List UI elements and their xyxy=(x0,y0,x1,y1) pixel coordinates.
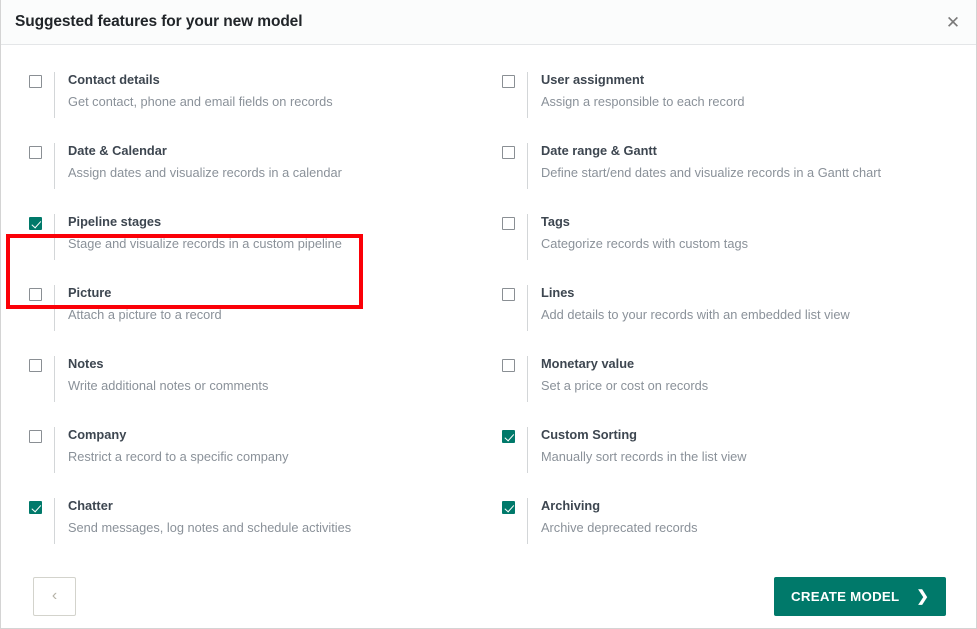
feature-description-picture: Attach a picture to a record xyxy=(68,307,222,323)
feature-description-lines: Add details to your records with an embe… xyxy=(541,307,850,323)
feature-checkbox-user-assignment[interactable] xyxy=(502,75,515,88)
feature-checkbox-picture[interactable] xyxy=(29,288,42,301)
feature-description-notes: Write additional notes or comments xyxy=(68,378,268,394)
feature-item-date-calendar[interactable]: Date & Calendar Assign dates and visualiz… xyxy=(17,134,490,205)
feature-item-chatter[interactable]: Chatter Send messages, log notes and sche… xyxy=(17,489,490,560)
feature-description-chatter: Send messages, log notes and schedule ac… xyxy=(68,520,351,536)
feature-description-custom-sorting: Manually sort records in the list view xyxy=(541,449,747,465)
feature-checkbox-monetary-value[interactable] xyxy=(502,359,515,372)
feature-text-date-range-gantt: Date range & Gantt Define start/end dates… xyxy=(527,143,881,189)
feature-description-monetary-value: Set a price or cost on records xyxy=(541,378,708,394)
back-button[interactable]: ‹ xyxy=(33,577,76,616)
feature-checkbox-date-calendar[interactable] xyxy=(29,146,42,159)
suggested-features-dialog: Suggested features for your new model ✕ … xyxy=(0,0,977,629)
feature-text-monetary-value: Monetary value Set a price or cost on rec… xyxy=(527,356,708,402)
feature-checkbox-lines[interactable] xyxy=(502,288,515,301)
feature-name-notes: Notes xyxy=(68,356,268,372)
feature-checkbox-notes[interactable] xyxy=(29,359,42,372)
feature-text-chatter: Chatter Send messages, log notes and sche… xyxy=(54,498,351,544)
chevron-right-icon: ❯ xyxy=(916,589,929,604)
feature-description-archiving: Archive deprecated records xyxy=(541,520,698,536)
feature-text-lines: Lines Add details to your records with an… xyxy=(527,285,850,331)
close-icon[interactable]: ✕ xyxy=(940,9,966,35)
feature-item-contact-details[interactable]: Contact details Get contact, phone and em… xyxy=(17,63,490,134)
feature-name-tags: Tags xyxy=(541,214,748,230)
feature-description-user-assignment: Assign a responsible to each record xyxy=(541,94,744,110)
feature-text-tags: Tags Categorize records with custom tags xyxy=(527,214,748,260)
feature-text-notes: Notes Write additional notes or comments xyxy=(54,356,268,402)
feature-description-date-range-gantt: Define start/end dates and visualize rec… xyxy=(541,165,881,181)
feature-text-picture: Picture Attach a picture to a record xyxy=(54,285,222,331)
feature-name-user-assignment: User assignment xyxy=(541,72,744,88)
feature-item-lines[interactable]: Lines Add details to your records with an… xyxy=(490,276,960,347)
feature-name-contact-details: Contact details xyxy=(68,72,333,88)
feature-item-user-assignment[interactable]: User assignment Assign a responsible to e… xyxy=(490,63,960,134)
dialog-footer: ‹ CREATE MODEL ❯ xyxy=(1,560,976,629)
feature-grid: Contact details Get contact, phone and em… xyxy=(17,63,960,560)
feature-description-company: Restrict a record to a specific company xyxy=(68,449,288,465)
feature-text-archiving: Archiving Archive deprecated records xyxy=(527,498,698,544)
feature-checkbox-company[interactable] xyxy=(29,430,42,443)
feature-name-company: Company xyxy=(68,427,288,443)
feature-item-pipeline-stages[interactable]: Pipeline stages Stage and visualize recor… xyxy=(17,205,490,276)
feature-text-user-assignment: User assignment Assign a responsible to e… xyxy=(527,72,744,118)
feature-name-date-range-gantt: Date range & Gantt xyxy=(541,143,881,159)
feature-name-lines: Lines xyxy=(541,285,850,301)
feature-text-date-calendar: Date & Calendar Assign dates and visualiz… xyxy=(54,143,342,189)
feature-item-tags[interactable]: Tags Categorize records with custom tags xyxy=(490,205,960,276)
feature-checkbox-pipeline-stages[interactable] xyxy=(29,217,42,230)
feature-checkbox-chatter[interactable] xyxy=(29,501,42,514)
chevron-left-icon: ‹ xyxy=(52,588,57,604)
feature-description-date-calendar: Assign dates and visualize records in a … xyxy=(68,165,342,181)
feature-item-archiving[interactable]: Archiving Archive deprecated records xyxy=(490,489,960,560)
feature-checkbox-contact-details[interactable] xyxy=(29,75,42,88)
feature-item-company[interactable]: Company Restrict a record to a specific c… xyxy=(17,418,490,489)
dialog-body: Contact details Get contact, phone and em… xyxy=(1,45,976,560)
feature-item-custom-sorting[interactable]: Custom Sorting Manually sort records in t… xyxy=(490,418,960,489)
feature-checkbox-custom-sorting[interactable] xyxy=(502,430,515,443)
feature-checkbox-tags[interactable] xyxy=(502,217,515,230)
feature-text-company: Company Restrict a record to a specific c… xyxy=(54,427,288,473)
dialog-title: Suggested features for your new model xyxy=(15,13,302,31)
feature-description-tags: Categorize records with custom tags xyxy=(541,236,748,252)
dialog-header: Suggested features for your new model ✕ xyxy=(1,0,976,45)
feature-name-chatter: Chatter xyxy=(68,498,351,514)
feature-text-contact-details: Contact details Get contact, phone and em… xyxy=(54,72,333,118)
feature-item-monetary-value[interactable]: Monetary value Set a price or cost on rec… xyxy=(490,347,960,418)
feature-description-contact-details: Get contact, phone and email fields on r… xyxy=(68,94,333,110)
feature-text-custom-sorting: Custom Sorting Manually sort records in t… xyxy=(527,427,747,473)
feature-item-notes[interactable]: Notes Write additional notes or comments xyxy=(17,347,490,418)
feature-checkbox-date-range-gantt[interactable] xyxy=(502,146,515,159)
create-model-label: CREATE MODEL xyxy=(791,589,899,604)
create-model-button[interactable]: CREATE MODEL ❯ xyxy=(774,577,946,616)
feature-name-date-calendar: Date & Calendar xyxy=(68,143,342,159)
feature-name-monetary-value: Monetary value xyxy=(541,356,708,372)
feature-text-pipeline-stages: Pipeline stages Stage and visualize recor… xyxy=(54,214,342,260)
feature-name-custom-sorting: Custom Sorting xyxy=(541,427,747,443)
feature-name-pipeline-stages: Pipeline stages xyxy=(68,214,342,230)
feature-name-picture: Picture xyxy=(68,285,222,301)
feature-description-pipeline-stages: Stage and visualize records in a custom … xyxy=(68,236,342,252)
feature-checkbox-archiving[interactable] xyxy=(502,501,515,514)
feature-item-date-range-gantt[interactable]: Date range & Gantt Define start/end dates… xyxy=(490,134,960,205)
feature-name-archiving: Archiving xyxy=(541,498,698,514)
feature-item-picture[interactable]: Picture Attach a picture to a record xyxy=(17,276,490,347)
